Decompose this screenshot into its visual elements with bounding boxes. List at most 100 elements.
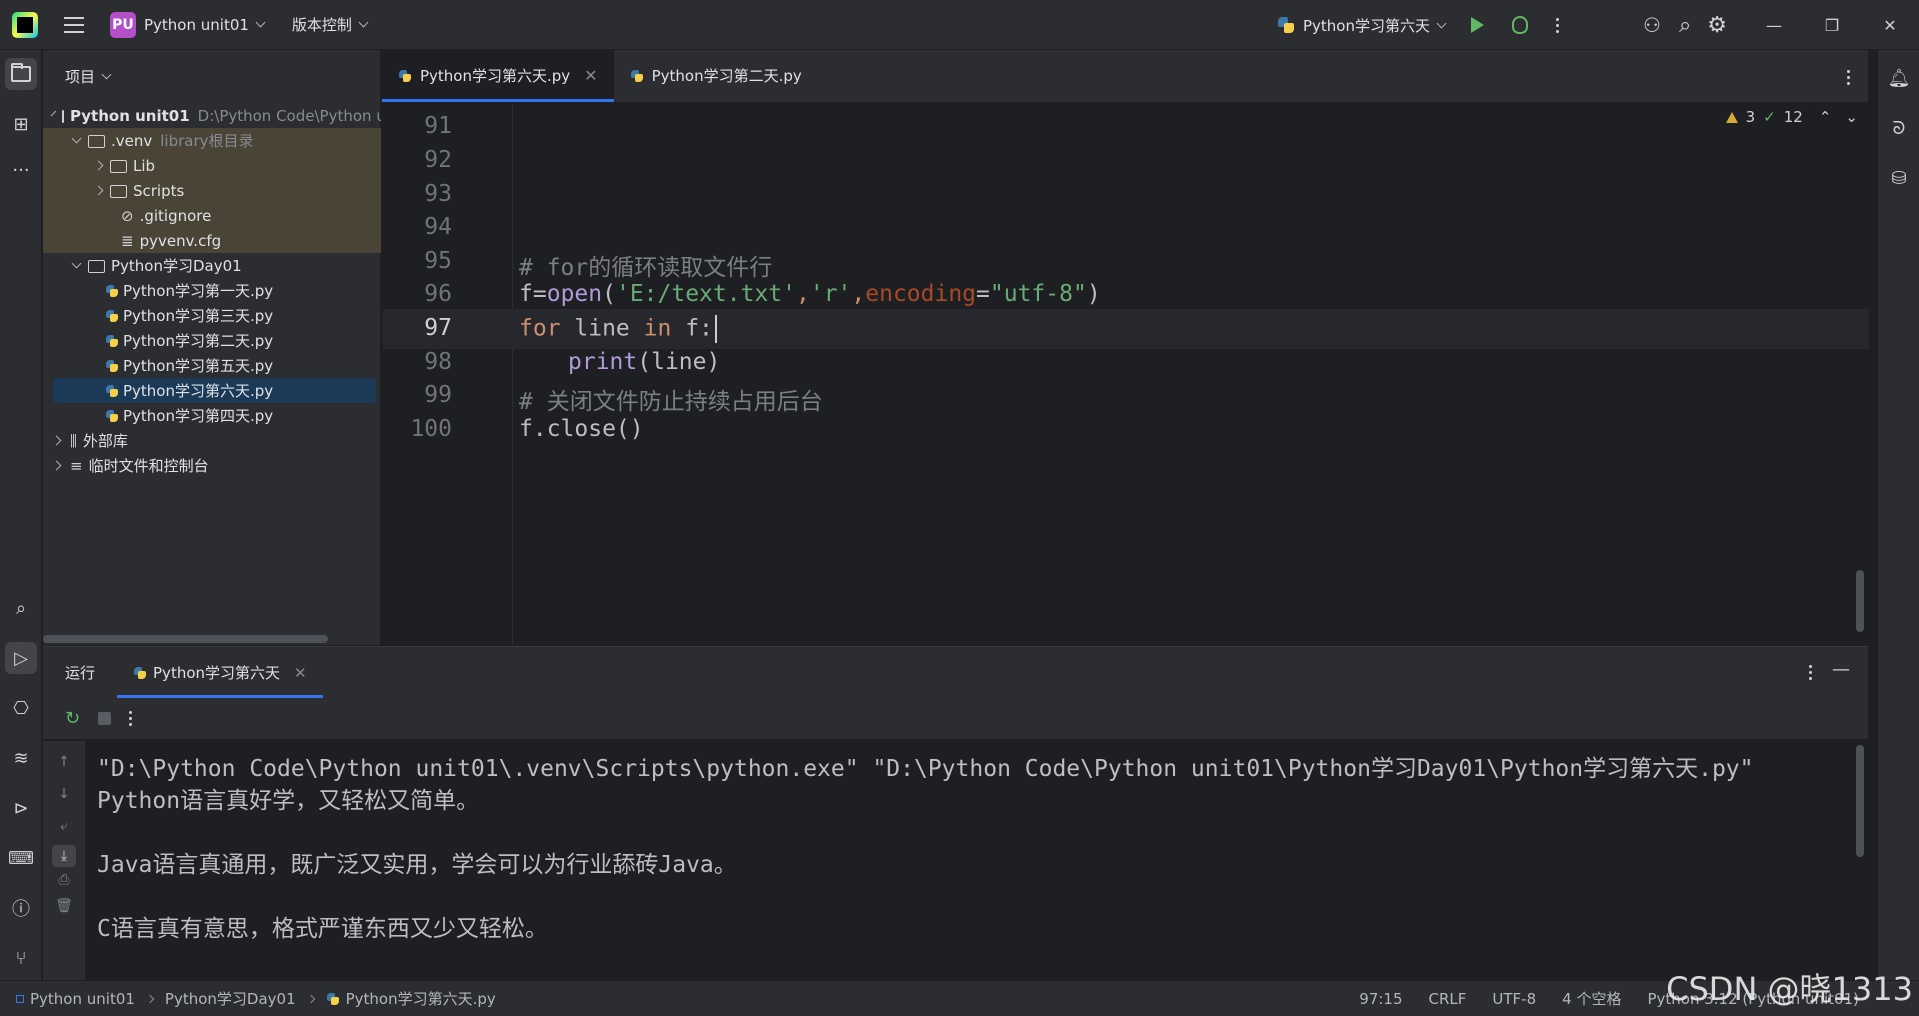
console-scrollbar[interactable]: [1856, 745, 1864, 857]
tree-item-scripts[interactable]: Scripts: [43, 178, 381, 203]
minimize-icon[interactable]: —: [1745, 0, 1803, 50]
tree-item-external-libs[interactable]: ⫼ 外部库: [43, 428, 381, 453]
services-icon[interactable]: ⊳: [5, 792, 37, 824]
chevron-up-icon[interactable]: ⌃: [1819, 108, 1832, 126]
tree-item-gitignore[interactable]: ⊘ .gitignore: [43, 203, 381, 228]
collapse-arrow-icon[interactable]: [51, 460, 62, 471]
expand-arrow-icon[interactable]: [50, 110, 57, 117]
tree-item-venv[interactable]: .venv library根目录: [43, 128, 381, 153]
restore-icon[interactable]: ❐: [1803, 0, 1861, 50]
tree-item-file[interactable]: Python学习第五天.py: [43, 353, 381, 378]
more-run-actions-icon[interactable]: [129, 711, 133, 726]
close-tab-icon[interactable]: ✕: [584, 66, 597, 85]
run-tab-label: Python学习第六天: [153, 664, 281, 682]
breadcrumb-item[interactable]: Python学习第六天.py: [346, 988, 496, 1009]
collapse-arrow-icon[interactable]: [93, 185, 104, 196]
tree-item-pyvenv[interactable]: ≣ pyvenv.cfg: [43, 228, 381, 253]
more-actions-icon[interactable]: [1556, 17, 1559, 33]
project-panel-header[interactable]: 项目: [43, 50, 380, 103]
structure-icon[interactable]: ⊞: [5, 108, 37, 140]
print-icon[interactable]: ⎙: [55, 871, 73, 889]
run-tab-python-day6[interactable]: Python学习第六天 ✕: [117, 647, 323, 698]
main-menu-icon[interactable]: [64, 16, 84, 33]
tab-options-icon[interactable]: [1847, 70, 1850, 85]
folder-icon: [62, 110, 64, 123]
tab-python-day6[interactable]: Python学习第六天.py ✕: [382, 49, 614, 102]
tree-item-lib[interactable]: Lib: [43, 153, 381, 178]
add-user-icon[interactable]: ⚇: [1643, 13, 1661, 37]
indent-setting[interactable]: 4 个空格: [1562, 988, 1621, 1009]
debug-icon[interactable]: [1512, 16, 1528, 34]
editor-vertical-scrollbar[interactable]: [1856, 570, 1864, 632]
python-console-icon[interactable]: ⎔: [5, 692, 37, 724]
tree-item-day01[interactable]: Python学习Day01: [43, 253, 381, 278]
collapse-arrow-icon[interactable]: [51, 435, 62, 446]
code-line-96: f=open('E:/text.txt','r',encoding="utf-8…: [519, 281, 1101, 307]
title-bar: PU Python unit01 版本控制 Python学习第六天 ⚇ ⌕ ⚙ …: [0, 0, 1919, 50]
vcs-menu[interactable]: 版本控制: [284, 0, 369, 49]
file-label: Python学习第二天.py: [123, 332, 274, 350]
hide-panel-icon[interactable]: —: [1832, 659, 1850, 680]
breadcrumb-item[interactable]: Python unit01: [30, 990, 135, 1008]
tab-label: Python学习第二天.py: [651, 67, 802, 85]
rerun-icon[interactable]: ↻: [65, 708, 80, 729]
ai-assistant-icon[interactable]: ᘐ: [1883, 112, 1915, 144]
folder-icon: [110, 185, 127, 198]
tree-item-scratches[interactable]: ≡ 临时文件和控制台: [43, 453, 381, 478]
console-output[interactable]: "D:\Python Code\Python unit01\.venv\Scri…: [85, 741, 1868, 981]
scripts-label: Scripts: [133, 181, 185, 200]
problems-icon[interactable]: ⓘ: [5, 892, 37, 924]
file-encoding[interactable]: UTF-8: [1492, 990, 1536, 1008]
arrow-up-icon[interactable]: ↑: [55, 753, 73, 771]
search-icon[interactable]: ⌕: [1679, 13, 1691, 38]
token: =: [976, 281, 990, 307]
chevron-down-icon[interactable]: ⌄: [1845, 108, 1858, 126]
line-separator[interactable]: CRLF: [1429, 990, 1467, 1008]
git-icon[interactable]: ⑂: [5, 942, 37, 974]
venv-name: .venv: [111, 131, 153, 150]
stop-icon[interactable]: [98, 712, 112, 725]
run-icon[interactable]: [1471, 17, 1484, 33]
caret-position[interactable]: 97:15: [1359, 990, 1402, 1008]
project-tool-button[interactable]: [5, 58, 37, 90]
run-options-icon[interactable]: [1809, 665, 1812, 680]
breadcrumb-item[interactable]: Python学习Day01: [165, 988, 296, 1009]
code-area[interactable]: # for的循环读取文件行 f=open('E:/text.txt','r',e…: [383, 104, 1869, 645]
project-selector[interactable]: Python unit01: [136, 0, 266, 49]
trash-icon[interactable]: 🗑︎: [55, 897, 73, 915]
code-line-98: print(line): [568, 349, 720, 375]
run-config-selector[interactable]: Python学习第六天: [1277, 0, 1447, 50]
folder-icon: [88, 135, 105, 148]
tab-python-day2[interactable]: Python学习第二天.py: [614, 49, 818, 102]
settings-gear-icon[interactable]: ⚙: [1707, 13, 1727, 38]
tree-item-file[interactable]: Python学习第一天.py: [43, 278, 381, 303]
terminal-icon[interactable]: ⌨: [5, 842, 37, 874]
console-line: Python语言真好学，又轻松又简单。: [97, 788, 480, 814]
project-badge[interactable]: PU: [110, 11, 136, 38]
database-icon[interactable]: ⛁: [1883, 162, 1915, 194]
soft-wrap-icon[interactable]: ⤶: [55, 817, 73, 835]
python-packages-icon[interactable]: ≋: [5, 742, 37, 774]
tree-item-file[interactable]: Python学习第四天.py: [43, 403, 381, 428]
horizontal-scrollbar[interactable]: [43, 635, 328, 643]
inspection-widget[interactable]: 3 ✓ 12 ⌃ ⌄: [1725, 108, 1858, 126]
arrow-down-icon[interactable]: ↓: [55, 785, 73, 803]
token: 'r': [809, 281, 852, 307]
tree-item-file[interactable]: Python学习第三天.py: [43, 303, 381, 328]
library-icon: ⫼: [70, 431, 77, 450]
more-tools-icon[interactable]: ···: [5, 154, 37, 186]
close-icon[interactable]: ✕: [1861, 0, 1919, 50]
close-tab-icon[interactable]: ✕: [294, 664, 307, 682]
run-panel: 运行 Python学习第六天 ✕ — ↻ ↑ ↓ ⤶ ⤓ ⎙ 🗑︎ "D:\Py…: [43, 646, 1868, 981]
expand-arrow-icon[interactable]: [71, 133, 82, 144]
expand-arrow-icon[interactable]: [71, 258, 82, 269]
tree-item-root[interactable]: Python unit01 D:\Python Code\Python unit…: [43, 103, 381, 128]
collapse-arrow-icon[interactable]: [93, 160, 104, 171]
scroll-to-end-icon[interactable]: ⤓: [52, 845, 76, 867]
run-toolbar: ↻: [43, 698, 1868, 740]
search-icon[interactable]: ⌕: [5, 592, 37, 624]
tree-item-file[interactable]: Python学习第二天.py: [43, 328, 381, 353]
tree-item-file-selected[interactable]: Python学习第六天.py: [43, 378, 381, 403]
run-tool-icon[interactable]: ▷: [5, 642, 37, 674]
notifications-bell-icon[interactable]: 🔔︎: [1883, 62, 1915, 94]
